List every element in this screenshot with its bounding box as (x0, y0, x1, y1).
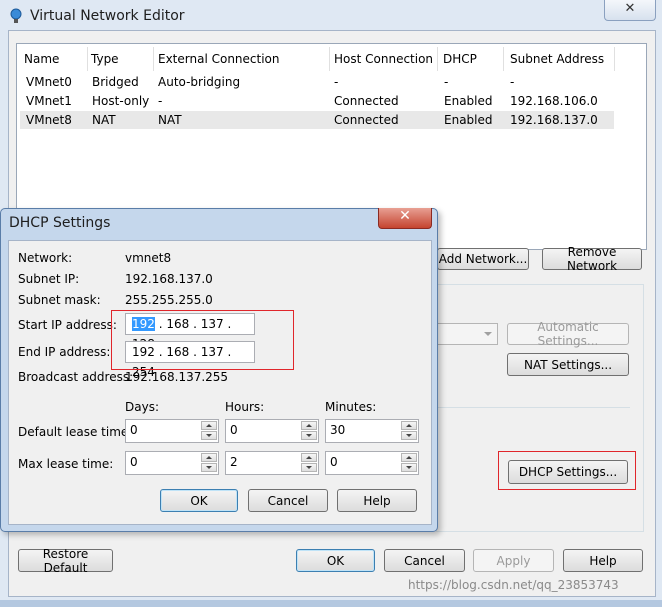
dialog-title: DHCP Settings (9, 215, 111, 231)
days-label: Days: (125, 400, 159, 414)
taskbar-strip (0, 600, 662, 607)
spin-down-icon[interactable] (401, 463, 417, 472)
network-label: Network: (18, 251, 73, 265)
group-box-border (436, 284, 644, 285)
end-ip-label: End IP address: (18, 345, 111, 359)
broadcast-value: 192.168.137.255 (125, 370, 229, 384)
separator (436, 407, 630, 408)
broadcast-label: Broadcast address: (18, 370, 134, 384)
cell-name: VMnet8 (26, 113, 72, 127)
subnet-ip-label: Subnet IP: (18, 272, 80, 286)
spin-up-icon[interactable] (201, 421, 217, 430)
remove-network-button[interactable]: Remove Network (542, 245, 642, 273)
stepper-value: 0 (130, 423, 138, 437)
cell-external: Auto-bridging (158, 75, 241, 89)
stepper-value: 2 (230, 455, 238, 469)
subnet-ip-value: 192.168.137.0 (125, 272, 213, 286)
default-lease-hours-stepper[interactable]: 0 (225, 419, 319, 443)
spin-up-icon[interactable] (301, 453, 317, 462)
automatic-settings-button[interactable]: Automatic Settings... (507, 320, 629, 348)
spin-up-icon[interactable] (201, 453, 217, 462)
chevron-down-icon (484, 332, 492, 336)
add-network-button[interactable]: Add Network... (437, 248, 529, 270)
ok-button[interactable]: OK (296, 549, 375, 572)
close-icon: ✕ (624, 1, 636, 16)
cancel-button[interactable]: Cancel (384, 549, 465, 572)
network-editor-icon (10, 8, 22, 23)
cell-external: NAT (158, 113, 182, 127)
close-button[interactable]: ✕ (604, 0, 656, 21)
cell-dhcp: Enabled (444, 94, 493, 108)
close-icon: ✕ (399, 208, 411, 224)
column-header-subnet[interactable]: Subnet Address (506, 47, 615, 71)
spin-up-icon[interactable] (401, 453, 417, 462)
column-header-type[interactable]: Type (88, 47, 154, 71)
cell-host: Connected (334, 94, 399, 108)
nat-settings-button[interactable]: NAT Settings... (507, 353, 629, 376)
dialog-help-button[interactable]: Help (337, 489, 417, 512)
max-lease-label: Max lease time: (18, 457, 114, 471)
dialog-close-button[interactable]: ✕ (378, 208, 432, 229)
dialog-cancel-button[interactable]: Cancel (248, 489, 328, 512)
hours-label: Hours: (225, 400, 265, 414)
highlight-box (498, 451, 636, 490)
cell-type: Host-only (92, 94, 150, 108)
highlight-box (111, 310, 294, 370)
cell-subnet: 192.168.106.0 (510, 94, 598, 108)
subnet-mask-value: 255.255.255.0 (125, 293, 213, 307)
spin-down-icon[interactable] (201, 463, 217, 472)
apply-button[interactable]: Apply (473, 549, 554, 572)
subnet-mask-label: Subnet mask: (18, 293, 101, 307)
cell-type: Bridged (92, 75, 139, 89)
default-lease-days-stepper[interactable]: 0 (125, 419, 219, 443)
spin-down-icon[interactable] (301, 431, 317, 440)
window-title: Virtual Network Editor (30, 8, 185, 24)
cell-subnet: 192.168.137.0 (510, 113, 598, 127)
spin-down-icon[interactable] (201, 431, 217, 440)
cell-name: VMnet0 (26, 75, 72, 89)
watermark: https://blog.csdn.net/qq_23853743 (408, 578, 619, 592)
cell-external: - (158, 94, 163, 108)
minutes-label: Minutes: (325, 400, 377, 414)
column-header-external[interactable]: External Connection (154, 47, 330, 71)
restore-default-button[interactable]: Restore Default (18, 547, 113, 575)
start-ip-label: Start IP address: (18, 318, 117, 332)
spin-up-icon[interactable] (301, 421, 317, 430)
cell-subnet: - (510, 75, 515, 89)
default-lease-label: Default lease time: (18, 425, 133, 439)
help-button[interactable]: Help (563, 549, 643, 572)
cell-host: - (334, 75, 339, 89)
group-box-border (436, 531, 644, 532)
cell-dhcp: Enabled (444, 113, 493, 127)
cell-type: NAT (92, 113, 116, 127)
stepper-value: 0 (130, 455, 138, 469)
max-lease-minutes-stepper[interactable]: 0 (325, 451, 419, 475)
column-header-host[interactable]: Host Connection (330, 47, 438, 71)
max-lease-days-stepper[interactable]: 0 (125, 451, 219, 475)
stepper-value: 0 (230, 423, 238, 437)
group-box-border (643, 284, 644, 532)
cell-dhcp: - (444, 75, 449, 89)
network-value: vmnet8 (125, 251, 172, 265)
stepper-value: 0 (330, 455, 338, 469)
cell-host: Connected (334, 113, 399, 127)
column-header-name[interactable]: Name (20, 47, 88, 71)
default-lease-minutes-stepper[interactable]: 30 (325, 419, 419, 443)
max-lease-hours-stepper[interactable]: 2 (225, 451, 319, 475)
spin-up-icon[interactable] (401, 421, 417, 430)
stepper-value: 30 (330, 423, 346, 437)
cell-name: VMnet1 (26, 94, 72, 108)
spin-down-icon[interactable] (301, 463, 317, 472)
bridged-to-dropdown[interactable] (436, 323, 498, 345)
spin-down-icon[interactable] (401, 431, 417, 440)
dialog-ok-button[interactable]: OK (160, 489, 238, 512)
column-header-dhcp[interactable]: DHCP (440, 47, 504, 71)
